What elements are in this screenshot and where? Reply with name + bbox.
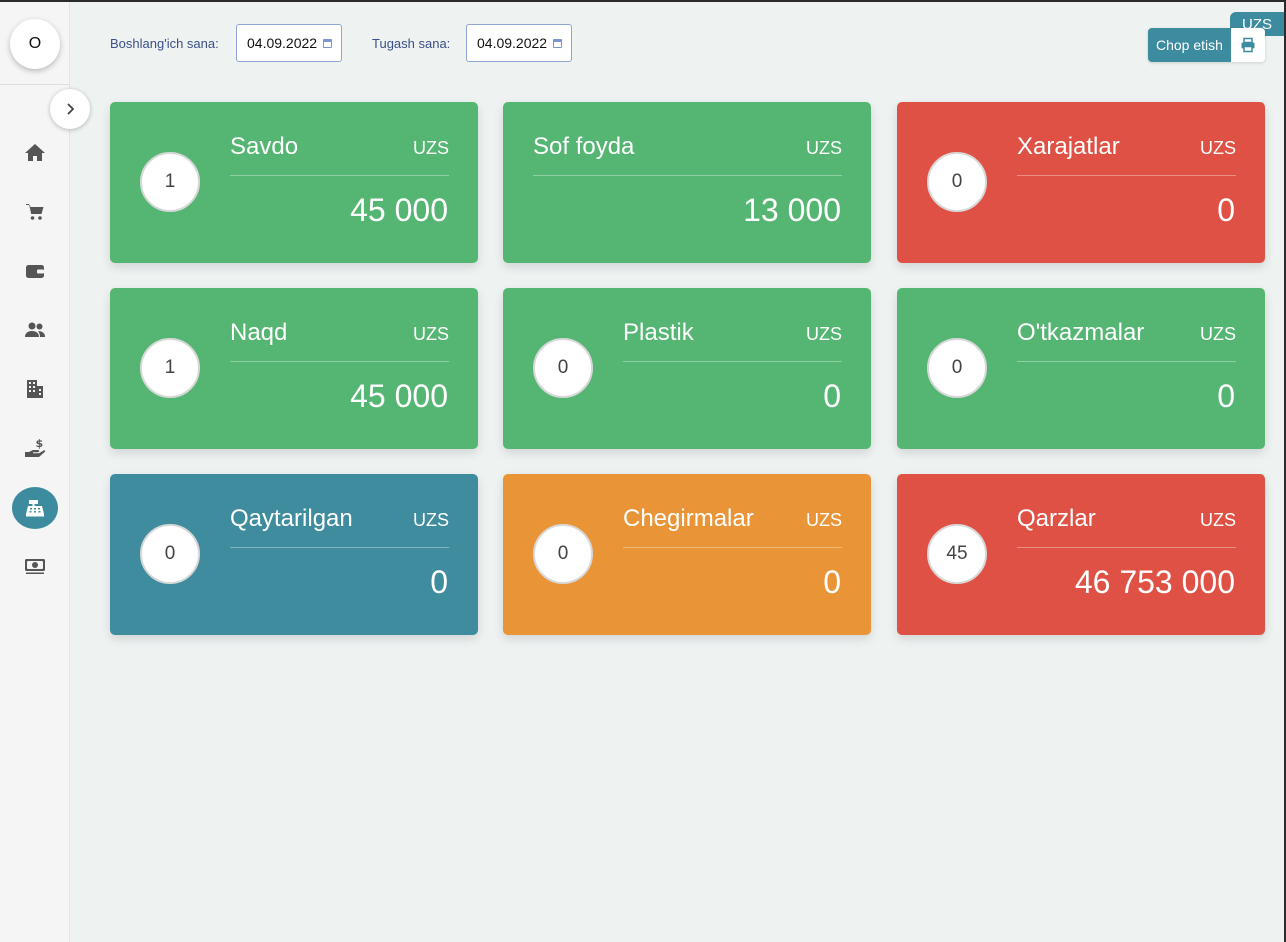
card-savdo[interactable]: 1 Savdo UZS 45 000 xyxy=(110,102,478,263)
card-divider xyxy=(533,175,842,176)
card-title: Qarzlar xyxy=(1017,505,1096,532)
users-icon xyxy=(25,322,45,337)
sidebar-divider xyxy=(0,84,70,85)
count-badge: 0 xyxy=(927,338,987,398)
card-currency: UZS xyxy=(806,510,842,530)
sidebar-item-cart[interactable] xyxy=(12,192,58,232)
card-title: Chegirmalar xyxy=(623,505,754,532)
card-title: Savdo xyxy=(230,133,299,160)
end-date-input[interactable]: 04.09.2022 xyxy=(466,24,572,62)
card-value: 45 000 xyxy=(350,378,448,414)
sidebar-item-cash-register[interactable] xyxy=(12,487,58,529)
start-date-value: 04.09.2022 xyxy=(247,35,318,51)
card-title: Plastik xyxy=(623,319,694,346)
card-currency: UZS xyxy=(1200,324,1236,344)
sidebar-item-users[interactable] xyxy=(12,310,58,350)
sidebar: O $ xyxy=(0,2,70,942)
start-date-label: Boshlang'ich sana: xyxy=(110,36,219,51)
print-group: Chop etish xyxy=(1148,28,1265,62)
sidebar-item-buildings[interactable] xyxy=(12,369,58,409)
card-title: Sof foyda xyxy=(533,133,635,160)
card-currency: UZS xyxy=(1200,138,1236,158)
count-badge: 0 xyxy=(927,152,987,212)
sidebar-item-home[interactable] xyxy=(12,133,58,173)
sidebar-expand-button[interactable] xyxy=(50,89,90,129)
count-badge: 0 xyxy=(140,524,200,584)
end-date-value: 04.09.2022 xyxy=(477,35,548,51)
card-currency: UZS xyxy=(1200,510,1236,530)
card-sof-foyda[interactable]: Sof foyda UZS 13 000 xyxy=(503,102,871,263)
card-value: 46 753 000 xyxy=(1074,564,1235,600)
count-badge: 0 xyxy=(533,338,593,398)
end-date-label: Tugash sana: xyxy=(372,36,451,51)
building-icon xyxy=(27,380,43,398)
avatar[interactable]: O xyxy=(10,19,60,69)
money-bill-icon xyxy=(25,559,45,574)
card-naqd[interactable]: 1 Naqd UZS 45 000 xyxy=(110,288,478,449)
card-value: 0 xyxy=(823,378,841,414)
card-title: Naqd xyxy=(230,319,288,346)
print-button[interactable]: Chop etish xyxy=(1148,28,1231,62)
card-plastik[interactable]: 0 Plastik UZS 0 xyxy=(503,288,871,449)
sidebar-item-cash[interactable] xyxy=(12,545,58,585)
card-currency: UZS xyxy=(806,138,842,158)
card-divider xyxy=(1017,547,1236,548)
print-icon-button[interactable] xyxy=(1230,28,1265,62)
card-currency: UZS xyxy=(806,324,842,344)
card-title: O'tkazmalar xyxy=(1017,319,1145,346)
card-currency: UZS xyxy=(413,324,449,344)
card-value: 0 xyxy=(823,564,841,600)
start-date-input[interactable]: 04.09.2022 xyxy=(236,24,342,62)
card-currency: UZS xyxy=(413,138,449,158)
calendar-icon[interactable] xyxy=(323,39,332,48)
calendar-icon[interactable] xyxy=(553,39,562,48)
card-value: 13 000 xyxy=(743,192,841,228)
count-badge: 0 xyxy=(533,524,593,584)
sidebar-item-payments[interactable]: $ xyxy=(12,428,58,468)
cart-icon xyxy=(26,204,44,220)
count-badge: 1 xyxy=(140,338,200,398)
card-title: Qaytarilgan xyxy=(230,505,353,532)
card-divider xyxy=(623,361,842,362)
card-divider xyxy=(230,175,449,176)
card-currency: UZS xyxy=(413,510,449,530)
card-value: 45 000 xyxy=(350,192,448,228)
card-divider xyxy=(623,547,842,548)
home-icon xyxy=(25,144,45,161)
cash-register-icon xyxy=(26,500,44,517)
card-qaytarilgan[interactable]: 0 Qaytarilgan UZS 0 xyxy=(110,474,478,635)
card-divider xyxy=(230,547,449,548)
svg-text:$: $ xyxy=(36,437,44,450)
card-value: 0 xyxy=(430,564,448,600)
card-otkazmalar[interactable]: 0 O'tkazmalar UZS 0 xyxy=(897,288,1265,449)
card-title: Xarajatlar xyxy=(1017,133,1120,160)
card-qarzlar[interactable]: 45 Qarzlar UZS 46 753 000 xyxy=(897,474,1265,635)
card-chegirmalar[interactable]: 0 Chegirmalar UZS 0 xyxy=(503,474,871,635)
sidebar-item-wallet[interactable] xyxy=(12,251,58,291)
card-value: 0 xyxy=(1217,192,1235,228)
card-xarajatlar[interactable]: 0 Xarajatlar UZS 0 xyxy=(897,102,1265,263)
printer-icon xyxy=(1241,37,1255,53)
card-divider xyxy=(1017,175,1236,176)
hand-money-icon: $ xyxy=(25,437,46,457)
card-value: 0 xyxy=(1217,378,1235,414)
card-divider xyxy=(1017,361,1236,362)
count-badge: 45 xyxy=(927,524,987,584)
card-divider xyxy=(230,361,449,362)
count-badge: 1 xyxy=(140,152,200,212)
chevron-right-icon xyxy=(67,103,75,115)
wallet-icon xyxy=(26,265,44,278)
